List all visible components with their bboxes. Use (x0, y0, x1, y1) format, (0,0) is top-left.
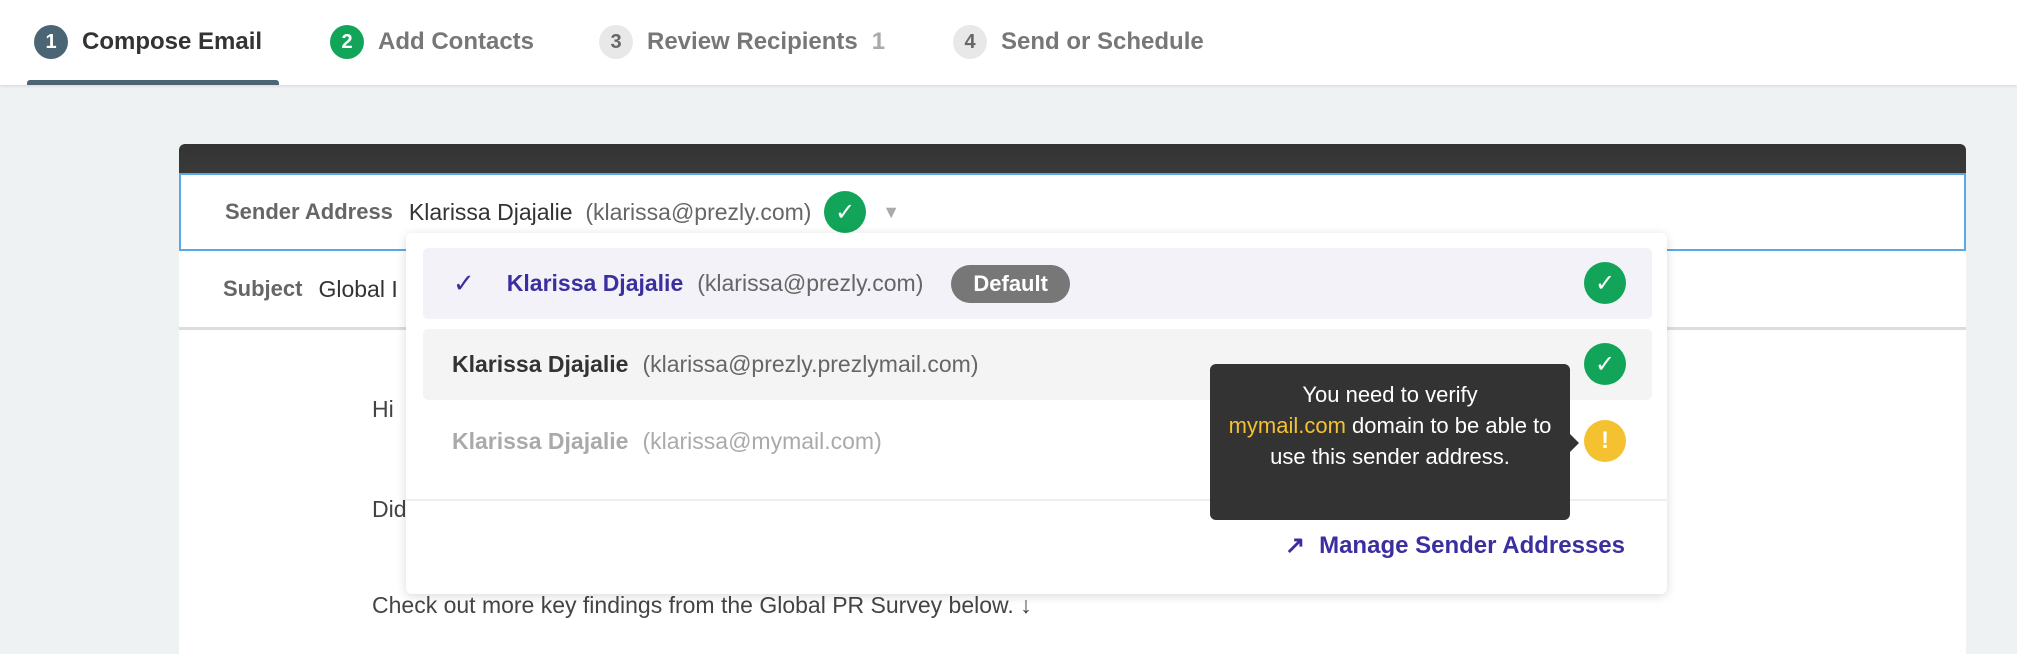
step-label: Review Recipients (647, 28, 858, 55)
step-number: 4 (953, 25, 987, 59)
body-line: Check out more key findings from the Glo… (372, 592, 1032, 618)
option-name: Klarissa Djajalie (452, 351, 629, 377)
composer-header (179, 144, 1966, 173)
subject-label: Subject (223, 276, 303, 301)
subject-value: Global I (318, 275, 398, 302)
option-name: Klarissa Djajalie (506, 270, 684, 296)
option-name: Klarissa Djajalie (452, 428, 629, 454)
step-label: Compose Email (82, 28, 263, 55)
option-email: (klarissa@prezly.com) (697, 270, 924, 296)
step-add-contacts[interactable]: 2 Add Contacts (330, 22, 534, 62)
option-email: (klarissa@prezly.prezlymail.com) (642, 351, 979, 377)
sender-option[interactable]: ✓ Klarissa Djajalie (klarissa@prezly.com… (423, 248, 1652, 319)
option-email: (klarissa@mymail.com) (642, 428, 882, 454)
body-line: Did (372, 496, 407, 522)
verified-check-icon: ✓ (824, 191, 867, 233)
chevron-down-icon[interactable]: ▼ (882, 202, 900, 223)
external-link-icon: ↗ (1284, 532, 1306, 559)
sender-email: (klarissa@prezly.com) (585, 198, 812, 225)
sender-name: Klarissa Djajalie (408, 198, 573, 225)
body-line: Hi (372, 396, 394, 422)
wizard-steps: 1 Compose Email 2 Add Contacts 3 Review Rec… (0, 0, 2017, 85)
manage-label: Manage Sender Addresses (1319, 531, 1625, 559)
step-label: Send or Schedule (1001, 28, 1204, 55)
active-step-indicator (27, 80, 279, 85)
step-number: 3 (599, 25, 633, 59)
selected-check-icon: ✓ (453, 268, 475, 298)
recipient-count: 1 (871, 28, 886, 55)
step-send-or-schedule[interactable]: 4 Send or Schedule (953, 22, 1204, 62)
step-review-recipients[interactable]: 3 Review Recipients 1 (599, 22, 885, 62)
tooltip-domain: mymail.com (1228, 413, 1346, 438)
verify-domain-tooltip: You need to verify mymail.com domain to … (1210, 364, 1579, 520)
verified-check-icon: ✓ (1584, 262, 1626, 304)
verified-check-icon: ✓ (1584, 343, 1626, 385)
step-label: Add Contacts (378, 28, 534, 55)
sender-label: Sender Address (225, 199, 393, 224)
step-number: 2 (330, 25, 364, 59)
manage-sender-addresses-link[interactable]: ↗ Manage Sender Addresses (1285, 531, 1625, 560)
warning-icon[interactable]: ! (1584, 420, 1626, 462)
default-badge: Default (951, 264, 1070, 303)
step-compose-email[interactable]: 1 Compose Email (34, 22, 262, 62)
step-number: 1 (34, 25, 68, 59)
tooltip-text: You need to verify (1302, 382, 1478, 407)
